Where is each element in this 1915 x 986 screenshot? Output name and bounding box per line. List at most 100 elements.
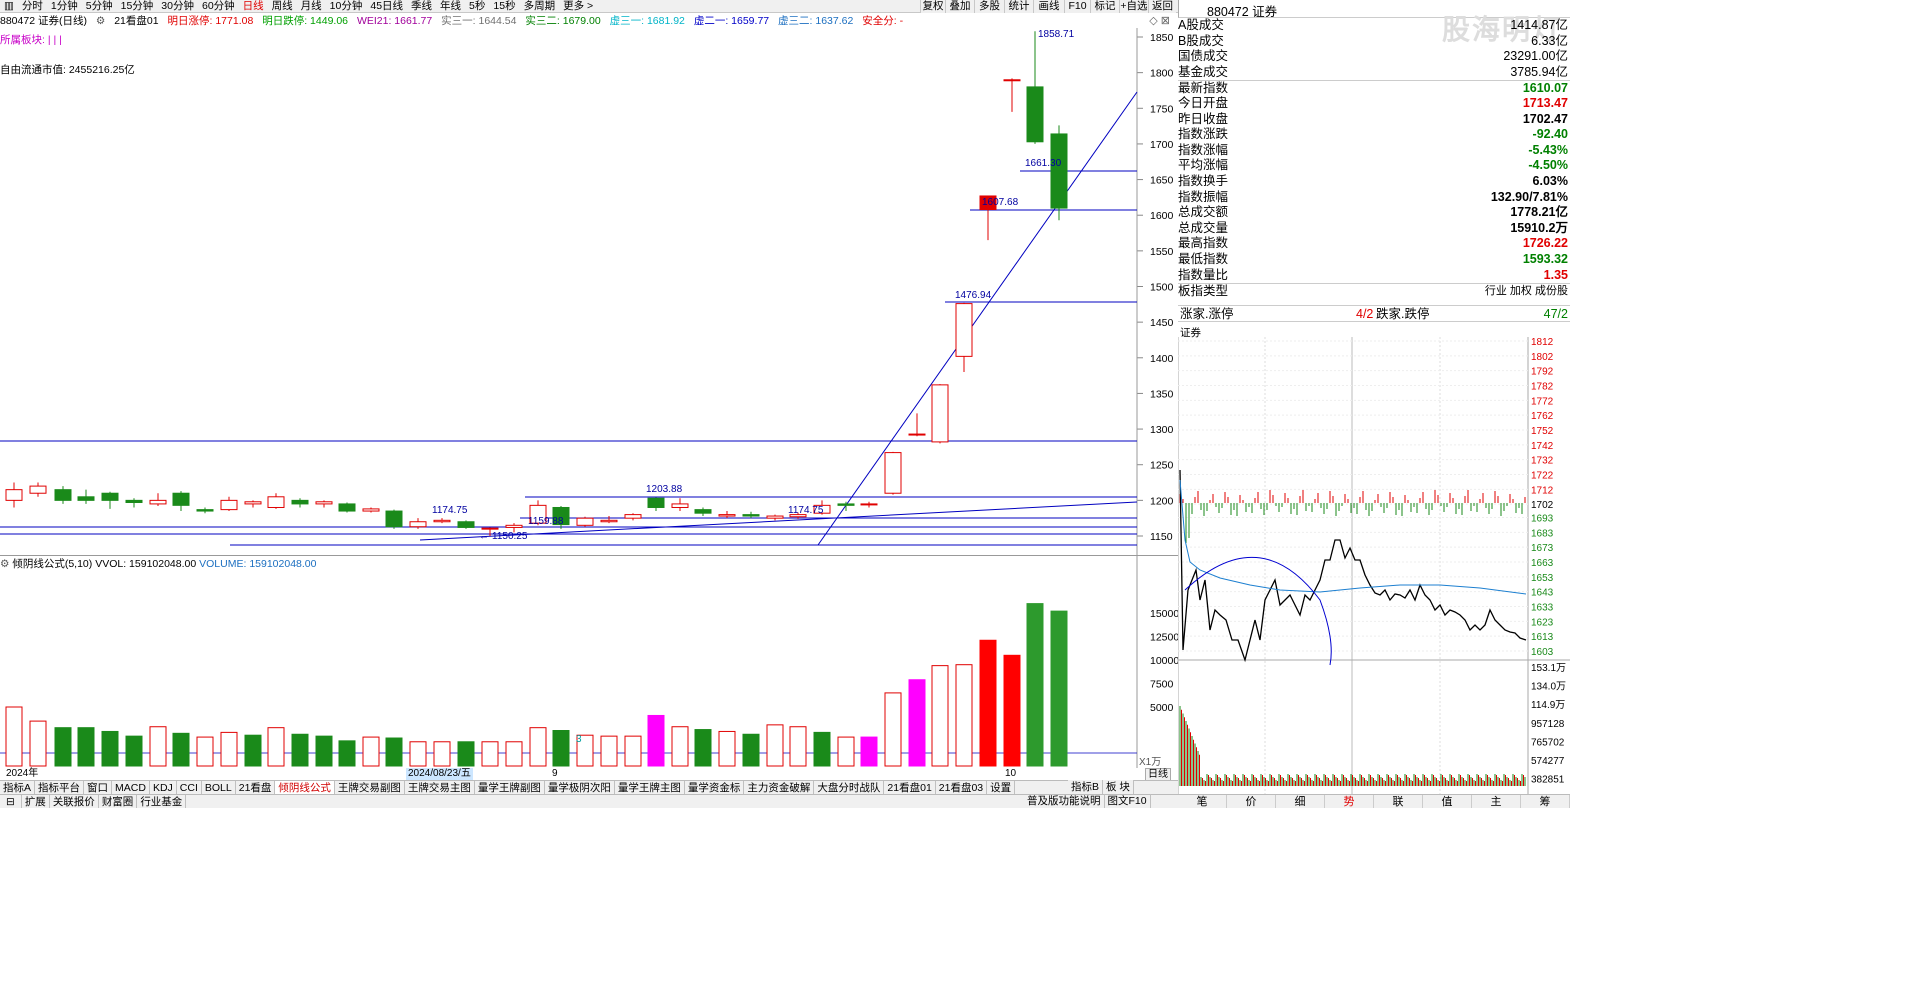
indicator-tab-16[interactable]: 大盘分时战队 xyxy=(814,781,885,794)
quote-value: 1593.32 xyxy=(1522,251,1568,266)
indicator-tab-15[interactable]: 主力资金破解 xyxy=(744,781,815,794)
indicator-tab-0[interactable]: 指标A xyxy=(0,781,36,794)
volume-bar xyxy=(385,737,403,767)
month-9-label: 9 xyxy=(552,768,558,779)
indicator-tab-19[interactable]: 设置 xyxy=(987,781,1016,794)
period-12[interactable]: 年线 xyxy=(436,0,465,13)
indicator-tab-4[interactable]: KDJ xyxy=(150,781,177,794)
period-14[interactable]: 15秒 xyxy=(489,0,519,13)
intraday-tab-7[interactable]: 筹 xyxy=(1521,795,1570,808)
toolbar-button-3[interactable]: 统计 xyxy=(1004,0,1033,13)
quote-label: 国债成交 xyxy=(1178,49,1229,64)
period-15[interactable]: 多周期 xyxy=(520,0,560,13)
indicator-right-tab-1[interactable]: 板 块 xyxy=(1103,780,1134,794)
toolbar-button-5[interactable]: F10 xyxy=(1064,0,1090,13)
price-annotation: 1159.88 xyxy=(528,516,564,527)
indicator-tab-13[interactable]: 量学王牌主图 xyxy=(615,781,685,794)
intraday-tab-2[interactable]: 细 xyxy=(1276,795,1325,808)
period-8[interactable]: 月线 xyxy=(297,0,326,13)
price-axis-label: 1600 xyxy=(1150,210,1174,222)
mini-price-label: 1782 xyxy=(1531,381,1554,392)
quote-value: 15910.2万 xyxy=(1510,220,1568,235)
intraday-tab-0[interactable]: 笔 xyxy=(1178,795,1227,808)
indicator-tab-11[interactable]: 量学王牌副图 xyxy=(475,781,545,794)
mini-price-label: 1603 xyxy=(1531,647,1554,658)
extension-right-tab-0[interactable]: 普及版功能说明 xyxy=(1024,794,1105,808)
quote-value: 3785.94亿 xyxy=(1510,64,1568,79)
period-13[interactable]: 5秒 xyxy=(465,0,489,13)
mini-price-label: 1792 xyxy=(1531,367,1554,378)
indicator-tab-9[interactable]: 王牌交易副图 xyxy=(335,781,405,794)
candle-body xyxy=(624,514,642,519)
candle-body xyxy=(457,521,475,528)
period-1[interactable]: 1分钟 xyxy=(47,0,82,13)
indicator-tab-17[interactable]: 21看盘01 xyxy=(884,781,936,794)
settings-icon[interactable]: ⚙ xyxy=(96,15,105,27)
price-axis-label: 1650 xyxy=(1150,175,1174,187)
quote-label: 平均涨幅 xyxy=(1178,158,1229,173)
indicator-tab-3[interactable]: MACD xyxy=(112,781,150,794)
extension-tab-3[interactable]: 行业基金 xyxy=(137,795,187,808)
extension-tab-2[interactable]: 财富圈 xyxy=(99,795,138,808)
volume-bar xyxy=(291,733,309,767)
expand-icon[interactable]: ⊟ xyxy=(0,795,22,808)
indicator-tab-5[interactable]: CCI xyxy=(177,781,202,794)
candlestick-chart[interactable]: 1850 1800 1750 1700 1650 1600 1550 1500 1450 1400… xyxy=(0,28,1178,556)
indicator-right-tab-0[interactable]: 指标B xyxy=(1068,780,1104,794)
extension-tab-0[interactable]: 扩展 xyxy=(22,795,50,808)
extension-tab-1[interactable]: 关联报价 xyxy=(50,795,99,808)
toolbar-button-8[interactable]: 返回 xyxy=(1148,0,1176,13)
period-11[interactable]: 季线 xyxy=(407,0,436,13)
period-5[interactable]: 60分钟 xyxy=(198,0,239,13)
intraday-tab-3[interactable]: 势 xyxy=(1325,795,1374,808)
quote-label: 今日开盘 xyxy=(1178,95,1229,110)
menu-icon[interactable]: ▥ xyxy=(0,0,18,13)
formula-name[interactable]: 21看盘01 xyxy=(114,15,158,27)
volume-chart[interactable]: 15000 12500 10000 7500 5000 X1万 3 xyxy=(0,556,1178,768)
period-10[interactable]: 45日线 xyxy=(366,0,407,13)
price-axis-label: 1150 xyxy=(1150,531,1173,543)
indicator-tab-2[interactable]: 窗口 xyxy=(84,781,113,794)
quote-value: -5.43% xyxy=(1528,142,1568,157)
period-16[interactable]: 更多 > xyxy=(559,0,597,13)
candle-body xyxy=(409,521,427,528)
period-2[interactable]: 5分钟 xyxy=(82,0,117,13)
period-4[interactable]: 30分钟 xyxy=(157,0,198,13)
indicator-tab-6[interactable]: BOLL xyxy=(202,781,236,794)
toolbar-button-6[interactable]: 标记 xyxy=(1090,0,1119,13)
period-7[interactable]: 周线 xyxy=(268,0,297,13)
chart-control-icons[interactable]: ◇ ⊠ xyxy=(1149,14,1170,27)
intraday-tab-5[interactable]: 值 xyxy=(1423,795,1472,808)
intraday-tab-1[interactable]: 价 xyxy=(1227,795,1276,808)
price-axis-label: 1500 xyxy=(1150,282,1174,294)
mini-price-label: 1772 xyxy=(1531,396,1554,407)
indicator-tab-8[interactable]: 倾阴线公式 xyxy=(275,781,335,794)
indicator-tab-10[interactable]: 王牌交易主图 xyxy=(405,781,475,794)
quote-value: -4.50% xyxy=(1528,158,1568,173)
toolbar-button-4[interactable]: 画线 xyxy=(1033,0,1064,13)
quote-label: 指数量比 xyxy=(1178,267,1229,282)
mini-price-label: 1653 xyxy=(1531,573,1554,584)
toolbar-button-7[interactable]: +自选 xyxy=(1119,0,1148,13)
extension-right-tab-1[interactable]: 图文F10 xyxy=(1105,794,1151,808)
intraday-tab-6[interactable]: 主 xyxy=(1472,795,1521,808)
indicator-tab-1[interactable]: 指标平台 xyxy=(35,781,85,794)
period-3[interactable]: 15分钟 xyxy=(117,0,158,13)
toolbar-button-2[interactable]: 多股 xyxy=(974,0,1004,13)
intraday-chart[interactable]: 1812 1802 1792 1782 1772 1762 1752 1742 1732 1722… xyxy=(1178,337,1570,794)
intraday-tab-4[interactable]: 联 xyxy=(1374,795,1423,808)
period-0[interactable]: 分时 xyxy=(18,0,47,13)
quote-label: 总成交量 xyxy=(1178,220,1229,235)
volume-bar xyxy=(908,679,926,767)
toolbar-button-1[interactable]: 叠加 xyxy=(945,0,974,13)
price-axis-label: 1200 xyxy=(1150,495,1174,507)
period-9[interactable]: 10分钟 xyxy=(326,0,367,13)
period-6[interactable]: 日线 xyxy=(239,0,268,13)
candle-body xyxy=(694,509,712,514)
indicator-tab-12[interactable]: 量学极阴次阳 xyxy=(545,781,615,794)
candle-body xyxy=(433,519,451,523)
indicator-tab-18[interactable]: 21看盘03 xyxy=(936,781,988,794)
indicator-tab-7[interactable]: 21看盘 xyxy=(236,781,276,794)
toolbar-button-0[interactable]: 复权 xyxy=(920,0,945,13)
indicator-tab-14[interactable]: 量学资金标 xyxy=(685,781,745,794)
